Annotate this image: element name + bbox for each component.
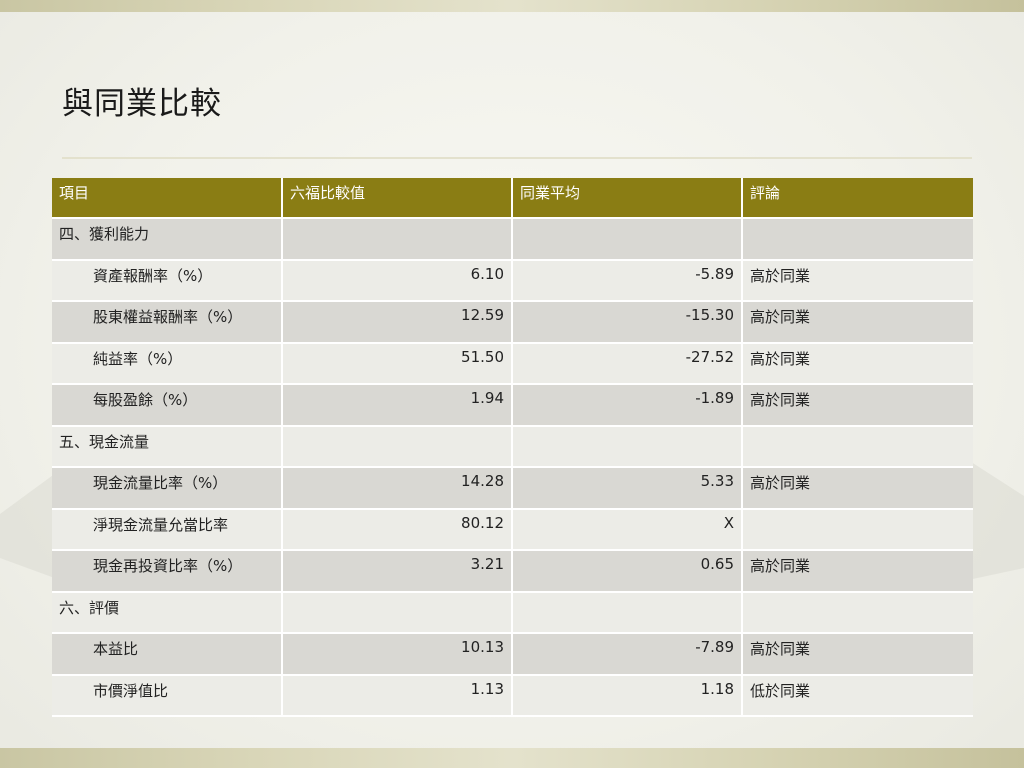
cell-comment: 高於同業 [742, 550, 973, 593]
cell-average: -5.89 [512, 259, 743, 302]
cell-item: 股東權益報酬率（%） [52, 301, 283, 344]
cell-average [512, 218, 743, 261]
cell-average: X [512, 508, 743, 551]
cell-value: 51.50 [282, 342, 513, 385]
cell-comment: 高於同業 [742, 633, 973, 676]
cell-item: 每股盈餘（%） [52, 384, 283, 427]
slide-title: 與同業比較 [62, 86, 222, 122]
table-row: 淨現金流量允當比率 80.12 X [52, 508, 973, 551]
cell-value [282, 218, 513, 261]
cell-value [282, 591, 513, 634]
table-row: 純益率（%） 51.50 -27.52 高於同業 [52, 342, 973, 385]
cell-item: 四、獲利能力 [52, 218, 283, 261]
table-row: 資產報酬率（%） 6.10 -5.89 高於同業 [52, 259, 973, 302]
cell-average: 1.18 [512, 674, 743, 717]
cell-comment [742, 508, 973, 551]
table-row: 現金流量比率（%） 14.28 5.33 高於同業 [52, 467, 973, 510]
cell-value: 12.59 [282, 301, 513, 344]
table-row: 本益比 10.13 -7.89 高於同業 [52, 633, 973, 676]
cell-value: 3.21 [282, 550, 513, 593]
cell-average: 5.33 [512, 467, 743, 510]
cell-comment [742, 591, 973, 634]
cell-comment: 高於同業 [742, 259, 973, 302]
cell-average [512, 425, 743, 468]
cell-comment: 低於同業 [742, 674, 973, 717]
table-row: 股東權益報酬率（%） 12.59 -15.30 高於同業 [52, 301, 973, 344]
table-row: 五、現金流量 [52, 425, 973, 468]
header-industry-average: 同業平均 [512, 178, 743, 219]
cell-value: 1.94 [282, 384, 513, 427]
table-header-row: 項目 六福比較值 同業平均 評論 [52, 178, 973, 219]
cell-average: -15.30 [512, 301, 743, 344]
comparison-table: 項目 六福比較值 同業平均 評論 四、獲利能力 資產報酬率（%） 6.10 -5… [52, 178, 973, 717]
table-row: 市價淨值比 1.13 1.18 低於同業 [52, 674, 973, 717]
cell-value: 1.13 [282, 674, 513, 717]
cell-item: 本益比 [52, 633, 283, 676]
cell-value: 14.28 [282, 467, 513, 510]
cell-value: 6.10 [282, 259, 513, 302]
header-item: 項目 [52, 178, 283, 219]
cell-average [512, 591, 743, 634]
cell-average: -7.89 [512, 633, 743, 676]
cell-item: 現金流量比率（%） [52, 467, 283, 510]
header-comment: 評論 [742, 178, 973, 219]
cell-comment [742, 425, 973, 468]
table-row: 現金再投資比率（%） 3.21 0.65 高於同業 [52, 550, 973, 593]
cell-average: -27.52 [512, 342, 743, 385]
table-row: 每股盈餘（%） 1.94 -1.89 高於同業 [52, 384, 973, 427]
cell-item: 淨現金流量允當比率 [52, 508, 283, 551]
cell-comment: 高於同業 [742, 384, 973, 427]
cell-item: 市價淨值比 [52, 674, 283, 717]
cell-value [282, 425, 513, 468]
title-divider [62, 157, 972, 159]
cell-comment: 高於同業 [742, 301, 973, 344]
cell-comment: 高於同業 [742, 467, 973, 510]
cell-comment [742, 218, 973, 261]
cell-value: 10.13 [282, 633, 513, 676]
cell-item: 資產報酬率（%） [52, 259, 283, 302]
cell-average: 0.65 [512, 550, 743, 593]
cell-value: 80.12 [282, 508, 513, 551]
table-row: 六、評價 [52, 591, 973, 634]
header-company-value: 六福比較值 [282, 178, 513, 219]
cell-item: 六、評價 [52, 591, 283, 634]
cell-item: 五、現金流量 [52, 425, 283, 468]
top-decorative-band [0, 0, 1024, 12]
cell-average: -1.89 [512, 384, 743, 427]
cell-item: 純益率（%） [52, 342, 283, 385]
cell-item: 現金再投資比率（%） [52, 550, 283, 593]
table-row: 四、獲利能力 [52, 218, 973, 261]
bottom-decorative-band [0, 748, 1024, 768]
cell-comment: 高於同業 [742, 342, 973, 385]
table-body: 四、獲利能力 資產報酬率（%） 6.10 -5.89 高於同業 股東權益報酬率（… [52, 218, 973, 717]
